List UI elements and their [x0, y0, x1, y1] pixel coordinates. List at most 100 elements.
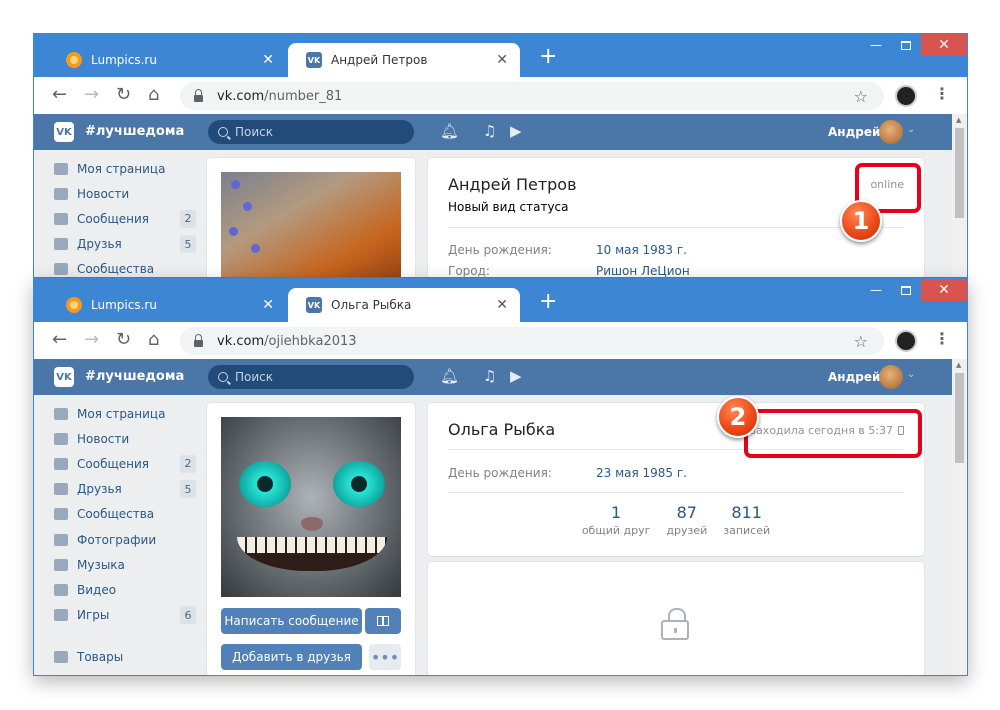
profile-photo-card — [207, 158, 415, 277]
menu-item-messages[interactable]: Сообщения 2 — [54, 206, 196, 231]
menu-item-music[interactable]: Музыка — [54, 552, 196, 577]
chevron-down-icon[interactable]: ⌄ — [907, 124, 915, 135]
menu-item-communities[interactable]: Сообщества — [54, 257, 196, 277]
address-bar[interactable]: vk.com/number_81 ☆ — [180, 82, 884, 110]
add-friend-button[interactable]: Добавить в друзья — [221, 644, 362, 670]
count-badge: 2 — [180, 209, 196, 228]
gamepad-icon — [54, 609, 68, 622]
scroll-up-icon[interactable]: ▲ — [956, 116, 961, 124]
chevron-down-icon[interactable]: ⌄ — [907, 369, 915, 380]
profile-photo[interactable] — [221, 417, 401, 597]
home-icon[interactable]: ⌂ — [148, 85, 159, 105]
vk-logo-icon[interactable]: VK — [54, 367, 74, 387]
more-actions-button[interactable]: ••• — [369, 644, 401, 670]
new-tab-icon[interactable]: + — [539, 46, 557, 68]
menu-item-video[interactable]: Видео — [54, 577, 196, 602]
chat-icon — [54, 457, 68, 470]
music-icon[interactable]: ♫ — [483, 367, 496, 385]
search-placeholder: Поиск — [235, 125, 274, 139]
new-tab-icon[interactable]: + — [539, 291, 557, 313]
count-badge: 6 — [180, 606, 196, 625]
avatar[interactable] — [879, 365, 903, 389]
browser-menu-icon[interactable]: ⋮ — [934, 84, 950, 103]
forward-icon[interactable]: → — [84, 85, 99, 105]
scrollbar[interactable]: ▲ — [952, 114, 967, 277]
menu-item-my-page[interactable]: Моя страница — [54, 156, 196, 181]
profile-avatar-icon[interactable] — [895, 85, 917, 107]
field-value[interactable]: 23 мая 1985 г. — [596, 466, 687, 480]
home-icon[interactable]: ⌂ — [148, 330, 159, 350]
bell-icon[interactable]: 🔔︎ — [440, 122, 459, 140]
profile-avatar-icon[interactable] — [895, 330, 917, 352]
vk-search-input[interactable]: Поиск — [208, 120, 414, 144]
music-icon[interactable]: ♫ — [483, 122, 496, 140]
scroll-up-icon[interactable]: ▲ — [956, 361, 961, 369]
bookmark-star-icon[interactable]: ☆ — [854, 87, 868, 106]
close-window-icon[interactable]: ✕ — [921, 279, 967, 301]
bookmark-star-icon[interactable]: ☆ — [854, 332, 868, 351]
vk-brand-label[interactable]: #лучшедома — [85, 369, 184, 384]
forward-icon[interactable]: → — [84, 330, 99, 350]
close-tab-icon[interactable]: ✕ — [496, 52, 508, 68]
highlight-last-seen — [744, 409, 922, 458]
minimize-icon[interactable]: — — [861, 279, 891, 301]
close-tab-icon[interactable]: ✕ — [496, 297, 508, 313]
counter-friends[interactable]: 87 друзей — [666, 503, 707, 537]
menu-item-messages[interactable]: Сообщения 2 — [54, 451, 196, 476]
reload-icon[interactable]: ↻ — [116, 330, 131, 350]
close-window-icon[interactable]: ✕ — [921, 34, 967, 56]
maximize-icon[interactable] — [891, 34, 921, 56]
close-tab-icon[interactable]: ✕ — [262, 297, 274, 313]
address-bar[interactable]: vk.com/ojiehbka2013 ☆ — [180, 327, 884, 355]
back-icon[interactable]: ← — [52, 330, 67, 350]
profile-photo-card: Написать сообщение Добавить в друзья ••• — [207, 403, 415, 675]
bell-icon[interactable]: 🔔︎ — [440, 367, 459, 385]
counter-posts[interactable]: 811 записей — [723, 503, 770, 537]
send-message-button[interactable]: Написать сообщение — [221, 608, 362, 634]
reload-icon[interactable]: ↻ — [116, 85, 131, 105]
menu-item-photos[interactable]: Фотографии — [54, 527, 196, 552]
tab-lumpics[interactable]: Lumpics.ru ✕ — [48, 43, 286, 77]
counter-mutual-friends[interactable]: 1 общий друг — [582, 503, 651, 537]
counter-label: записей — [723, 524, 771, 537]
back-icon[interactable]: ← — [52, 85, 67, 105]
gift-icon — [377, 616, 389, 626]
menu-item-goods[interactable]: Товары — [54, 645, 196, 670]
vk-user-name[interactable]: Андрей — [828, 370, 880, 384]
avatar[interactable] — [879, 120, 903, 144]
menu-item-label: Друзья — [77, 237, 122, 252]
profile-status[interactable]: Новый вид статуса — [448, 200, 569, 214]
profile-photo[interactable] — [221, 172, 401, 277]
vk-user-name[interactable]: Андрей — [828, 125, 880, 139]
tab-lumpics[interactable]: Lumpics.ru ✕ — [48, 288, 286, 322]
menu-item-friends[interactable]: Друзья 5 — [54, 477, 196, 502]
menu-item-label: Новости — [77, 186, 130, 201]
vk-search-input[interactable]: Поиск — [208, 365, 414, 389]
vk-page: Моя страница Новости Сообщения 2 Друзья … — [34, 150, 952, 277]
gift-button[interactable] — [365, 608, 401, 634]
video-play-icon[interactable]: ▶ — [510, 367, 522, 385]
vk-brand-label[interactable]: #лучшедома — [85, 124, 184, 139]
scroll-thumb[interactable] — [955, 373, 964, 463]
tab-vk-profile[interactable]: VK Андрей Петров ✕ — [288, 43, 520, 77]
menu-item-games[interactable]: Игры 6 — [54, 603, 196, 628]
menu-item-news[interactable]: Новости — [54, 181, 196, 206]
menu-item-news[interactable]: Новости — [54, 426, 196, 451]
minimize-icon[interactable]: — — [861, 34, 891, 56]
scrollbar[interactable]: ▲ — [952, 359, 967, 675]
vk-logo-icon[interactable]: VK — [54, 122, 74, 142]
maximize-icon[interactable] — [891, 279, 921, 301]
tab-title: Lumpics.ru — [91, 53, 157, 67]
menu-item-my-page[interactable]: Моя страница — [54, 401, 196, 426]
video-play-icon[interactable]: ▶ — [510, 122, 522, 140]
field-value[interactable]: 10 мая 1983 г. — [596, 243, 687, 257]
tab-vk-profile[interactable]: VK Ольга Рыбка ✕ — [288, 288, 520, 322]
menu-item-label: Моя страница — [77, 406, 166, 421]
menu-item-friends[interactable]: Друзья 5 — [54, 232, 196, 257]
menu-item-communities[interactable]: Сообщества — [54, 502, 196, 527]
browser-menu-icon[interactable]: ⋮ — [934, 329, 950, 348]
field-value[interactable]: Ришон ЛеЦион — [596, 264, 690, 277]
scroll-thumb[interactable] — [955, 128, 964, 218]
close-tab-icon[interactable]: ✕ — [262, 52, 274, 68]
url-host: vk.com — [217, 333, 265, 349]
